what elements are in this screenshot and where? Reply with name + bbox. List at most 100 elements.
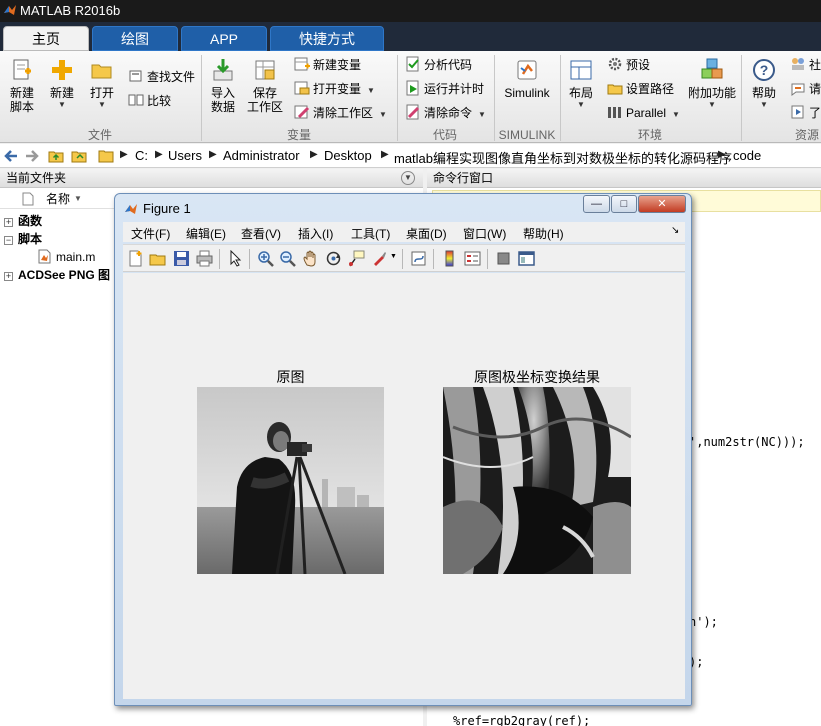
- help-button[interactable]: ? 帮助 ▼: [746, 57, 782, 110]
- chevron-down-icon: ▼: [98, 100, 106, 109]
- menu-file[interactable]: 文件(F): [131, 225, 170, 242]
- breadcrumb-item[interactable]: C:: [135, 148, 148, 163]
- learn-matlab-button[interactable]: 了: [790, 103, 821, 123]
- breadcrumb-item[interactable]: code: [733, 148, 761, 163]
- analyze-code-button[interactable]: 分析代码: [405, 55, 472, 75]
- forward-arrow-icon[interactable]: [24, 148, 40, 164]
- set-path-label: 设置路径: [626, 82, 675, 96]
- menu-edit[interactable]: 编辑(E): [186, 225, 226, 242]
- brush-icon[interactable]: [371, 250, 388, 267]
- breadcrumb-separator: ▶: [310, 149, 318, 160]
- find-files-icon: [129, 70, 142, 82]
- simulink-section-label: SIMULINK: [498, 128, 556, 142]
- environment-section-label: 环境: [637, 128, 662, 142]
- tab-apps[interactable]: APP: [181, 26, 267, 51]
- clear-workspace-label: 清除工作区: [313, 106, 374, 120]
- clear-workspace-button[interactable]: 清除工作区 ▼: [294, 103, 387, 123]
- tab-plots[interactable]: 绘图: [92, 26, 178, 51]
- new-figure-icon[interactable]: [127, 250, 144, 267]
- hide-plot-tools-icon[interactable]: [495, 250, 512, 267]
- run-and-time-button[interactable]: 运行并计时: [405, 79, 484, 99]
- link-plot-icon[interactable]: [410, 250, 427, 267]
- toolbar-separator: [402, 249, 403, 269]
- new-button[interactable]: 新建 ▼: [44, 57, 80, 110]
- show-plot-tools-icon[interactable]: [518, 250, 535, 267]
- new-variable-icon: [294, 57, 310, 71]
- tab-shortcuts[interactable]: 快捷方式: [270, 26, 384, 51]
- chevron-down-icon: ▼: [577, 100, 585, 109]
- browse-folder-icon[interactable]: [71, 148, 87, 164]
- breadcrumb-item[interactable]: Desktop: [324, 148, 372, 163]
- rotate-3d-icon[interactable]: [325, 250, 342, 267]
- breadcrumb-item[interactable]: matlab编程实现图像直角坐标到对数极坐标的转化源码程序: [394, 148, 732, 167]
- figure-canvas[interactable]: 原图 原图极坐标变换结果: [123, 273, 685, 699]
- simulink-button[interactable]: Simulink: [500, 57, 554, 100]
- new-script-button[interactable]: 新建 脚本: [4, 57, 40, 114]
- save-icon[interactable]: [173, 250, 190, 267]
- dock-arrow-icon[interactable]: ↘: [671, 225, 679, 236]
- community-button[interactable]: 社: [790, 55, 821, 75]
- expand-icon[interactable]: +: [4, 218, 13, 227]
- tab-home[interactable]: 主页: [3, 26, 89, 51]
- menu-insert[interactable]: 插入(I): [298, 225, 333, 242]
- menu-view[interactable]: 查看(V): [241, 225, 281, 242]
- tree-file-main[interactable]: main.m: [38, 249, 95, 266]
- open-button[interactable]: 打开 ▼: [84, 57, 120, 110]
- axes-title-polar: 原图极坐标变换结果: [474, 370, 600, 386]
- new-variable-button[interactable]: 新建变量: [294, 55, 361, 75]
- tree-folder-label: 脚本: [18, 232, 43, 246]
- pointer-icon[interactable]: [227, 250, 244, 267]
- toolbar-separator: [433, 249, 434, 269]
- import-data-label: 导入 数据: [210, 86, 235, 114]
- breadcrumb-item[interactable]: Administrator: [223, 148, 300, 163]
- open-file-icon[interactable]: [149, 250, 166, 267]
- clear-commands-button[interactable]: 清除命令 ▼: [405, 103, 486, 123]
- analyze-code-icon: [406, 56, 419, 72]
- expand-icon[interactable]: +: [4, 272, 13, 281]
- set-path-button[interactable]: 设置路径: [607, 79, 674, 99]
- back-arrow-icon[interactable]: [3, 148, 19, 164]
- zoom-out-icon[interactable]: [279, 250, 296, 267]
- window-title: MATLAB R2016b: [20, 3, 121, 18]
- zoom-in-icon[interactable]: [257, 250, 274, 267]
- parallel-button[interactable]: Parallel ▼: [607, 103, 680, 123]
- breadcrumb-separator: ▶: [155, 149, 163, 160]
- code-line: n');: [689, 615, 718, 629]
- request-support-button[interactable]: 请: [790, 79, 821, 99]
- legend-icon[interactable]: [464, 250, 481, 267]
- minimize-button[interactable]: —: [583, 195, 610, 213]
- breadcrumb-item[interactable]: Users: [168, 148, 202, 163]
- open-variable-button[interactable]: 打开变量 ▼: [294, 79, 375, 99]
- print-icon[interactable]: [196, 250, 213, 267]
- command-window-title: 命令行窗口: [433, 171, 494, 185]
- menu-desktop[interactable]: 桌面(D): [406, 225, 447, 242]
- chevron-down-icon: ▼: [478, 110, 486, 119]
- name-column-label: 名称: [46, 192, 71, 206]
- maximize-button[interactable]: □: [611, 195, 637, 213]
- compare-button[interactable]: 比较: [128, 91, 171, 111]
- tree-file-label: main.m: [56, 250, 96, 264]
- chevron-down-icon: ▼: [672, 110, 680, 119]
- addons-button[interactable]: 附加功能 ▼: [686, 57, 738, 110]
- collapse-icon[interactable]: −: [4, 236, 13, 245]
- chevron-down-icon[interactable]: ▼: [390, 253, 397, 260]
- menu-tools[interactable]: 工具(T): [351, 225, 390, 242]
- layout-button[interactable]: 布局 ▼: [564, 57, 598, 110]
- up-folder-icon[interactable]: [48, 148, 64, 164]
- tree-folder-scripts[interactable]: − 脚本: [4, 231, 42, 248]
- preferences-button[interactable]: 预设: [607, 55, 650, 75]
- menu-help[interactable]: 帮助(H): [523, 225, 564, 242]
- panel-menu-icon[interactable]: ▼: [401, 171, 415, 185]
- tree-folder-acdsee[interactable]: + ACDSee PNG 图: [4, 267, 110, 284]
- find-files-button[interactable]: 查找文件: [128, 67, 195, 87]
- colorbar-icon[interactable]: [441, 250, 458, 267]
- figure-window[interactable]: Figure 1 — □ ✕ 文件(F) 编辑(E) 查看(V) 插入(I) 工…: [114, 193, 692, 706]
- menu-window[interactable]: 窗口(W): [463, 225, 506, 242]
- pan-icon[interactable]: [302, 250, 319, 267]
- tree-folder-functions[interactable]: + 函数: [4, 213, 42, 230]
- import-data-button[interactable]: 导入 数据: [205, 57, 241, 114]
- preferences-label: 预设: [626, 58, 651, 72]
- save-workspace-button[interactable]: 保存 工作区: [245, 57, 285, 114]
- data-cursor-icon[interactable]: [348, 250, 365, 267]
- close-button[interactable]: ✕: [638, 195, 686, 213]
